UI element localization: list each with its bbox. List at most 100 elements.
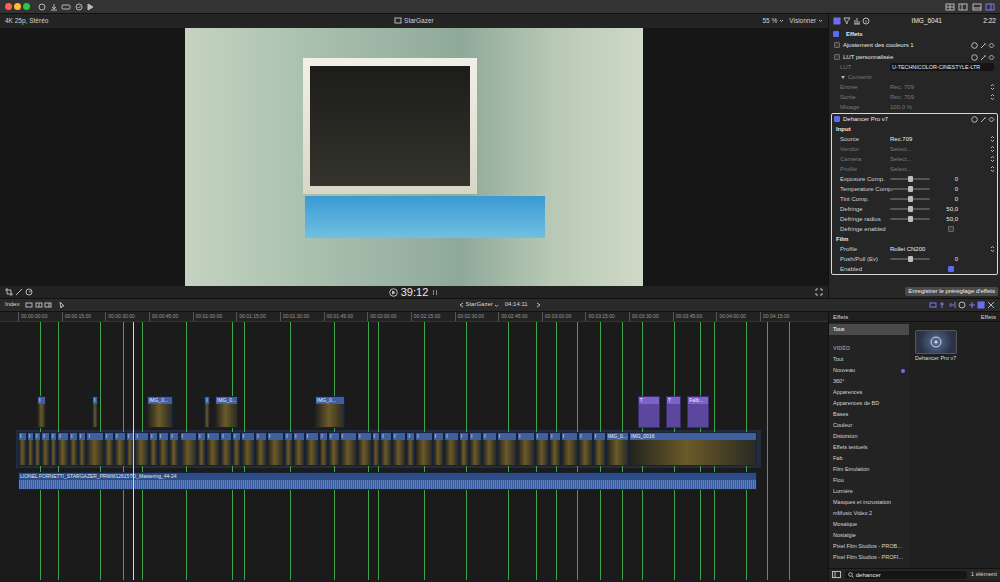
browser-layout-icon[interactable] bbox=[958, 3, 968, 11]
keyframe-icon[interactable] bbox=[988, 54, 995, 61]
slider-track[interactable] bbox=[890, 188, 930, 190]
timeline-canvas[interactable]: IIIMG_0...IIMG_0...IMG_0...TTFalb...IIII… bbox=[0, 322, 828, 580]
slider-knob[interactable] bbox=[908, 186, 913, 192]
storyline-clip[interactable]: I bbox=[27, 432, 34, 466]
category-item[interactable]: Masques et incrustation bbox=[829, 497, 909, 508]
crop-icon[interactable] bbox=[5, 288, 13, 296]
popup-value[interactable]: Select... bbox=[890, 164, 912, 174]
category-item[interactable]: Couleur bbox=[829, 420, 909, 431]
storyline-clip[interactable]: I bbox=[169, 432, 179, 466]
slider-value[interactable]: 0 bbox=[934, 174, 958, 184]
window-button[interactable] bbox=[23, 3, 30, 10]
storyline-clip[interactable]: I bbox=[319, 432, 328, 466]
transitions-icon[interactable] bbox=[987, 301, 995, 309]
category-item[interactable]: Effets textuels bbox=[829, 442, 909, 453]
mask-icon[interactable] bbox=[971, 116, 978, 123]
popup-value[interactable]: Rec. 709 bbox=[890, 92, 914, 102]
effect-panel[interactable]: LUT personnaliséeLUTU-TECHNICOLOR-CINEST… bbox=[831, 51, 998, 113]
connected-clip[interactable]: I bbox=[204, 396, 210, 428]
effect-thumbnail[interactable] bbox=[915, 330, 957, 354]
connected-clip[interactable]: I bbox=[92, 396, 98, 428]
category-item[interactable]: Pixel Film Studios - PROB... bbox=[829, 541, 909, 552]
slider-track[interactable] bbox=[890, 258, 930, 260]
grid-icon[interactable] bbox=[945, 3, 955, 11]
stepper-icon[interactable] bbox=[990, 83, 995, 91]
slider-knob[interactable] bbox=[908, 216, 913, 222]
keyframe-icon[interactable] bbox=[988, 116, 995, 123]
popup-value[interactable]: Rollei CN200 bbox=[890, 244, 925, 254]
stepper-icon[interactable] bbox=[990, 165, 995, 173]
category-item[interactable]: Pixel Film Studios - PROFI... bbox=[829, 552, 909, 563]
storyline-clip[interactable]: I bbox=[232, 432, 241, 466]
storyline-clip[interactable]: I bbox=[180, 432, 197, 466]
color-icon[interactable] bbox=[853, 17, 861, 25]
storyline-clip[interactable]: I bbox=[284, 432, 293, 466]
stepper-icon[interactable] bbox=[990, 135, 995, 143]
keyword-icon[interactable] bbox=[61, 3, 71, 11]
search-field[interactable]: dehancer bbox=[845, 571, 967, 579]
storyline-clip[interactable]: I bbox=[220, 432, 232, 466]
eyedropper-icon[interactable] bbox=[980, 116, 987, 123]
slider-track[interactable] bbox=[890, 178, 930, 180]
connected-clip[interactable]: I bbox=[37, 396, 46, 428]
category-item[interactable]: Flou bbox=[829, 475, 909, 486]
storyline-clip[interactable]: I bbox=[328, 432, 340, 466]
slider-track[interactable] bbox=[890, 208, 930, 210]
connected-clip[interactable]: IMG_0... bbox=[315, 396, 346, 428]
storyline-clip[interactable]: I bbox=[255, 432, 267, 466]
stepper-icon[interactable] bbox=[990, 155, 995, 163]
storyline-clip[interactable]: I bbox=[593, 432, 606, 466]
storyline-clip[interactable]: I bbox=[406, 432, 415, 466]
storyline-clip[interactable]: I bbox=[34, 432, 41, 466]
category-item[interactable]: Bases bbox=[829, 409, 909, 420]
timeline-layout-icon[interactable] bbox=[972, 3, 982, 11]
parameter-value[interactable]: 100,0 % bbox=[890, 102, 912, 112]
slider-knob[interactable] bbox=[908, 256, 913, 262]
select-tool-icon[interactable] bbox=[58, 301, 66, 309]
snapping-icon[interactable] bbox=[968, 301, 976, 309]
category-item[interactable]: Lumière bbox=[829, 486, 909, 497]
eyedropper-icon[interactable] bbox=[980, 54, 987, 61]
storyline-clip[interactable]: I bbox=[241, 432, 256, 466]
expanded-triangle-icon[interactable] bbox=[840, 74, 846, 80]
stepper-icon[interactable] bbox=[990, 145, 995, 153]
enhance-icon[interactable] bbox=[15, 288, 23, 296]
video-inspector-icon[interactable] bbox=[833, 17, 841, 25]
slider-knob[interactable] bbox=[908, 176, 913, 182]
effect-tile[interactable]: Dehancer Pro v7 bbox=[915, 330, 994, 362]
slider-value[interactable]: 0 bbox=[934, 184, 958, 194]
eyedropper-icon[interactable] bbox=[980, 42, 987, 49]
storyline-clip[interactable]: I bbox=[340, 432, 357, 466]
category-item[interactable]: Tout bbox=[829, 354, 909, 365]
slider-knob[interactable] bbox=[908, 206, 913, 212]
popup-value[interactable]: Select... bbox=[890, 154, 912, 164]
storyline-clip[interactable]: I bbox=[497, 432, 517, 466]
slider-value[interactable]: 0 bbox=[934, 254, 958, 264]
effects-checkbox[interactable] bbox=[833, 31, 839, 37]
storyline-clip[interactable]: IMG_0... bbox=[606, 432, 629, 466]
storyline-clip[interactable]: I bbox=[549, 432, 561, 466]
slider-value[interactable]: 50,0 bbox=[934, 204, 958, 214]
storyline-clip[interactable]: I bbox=[267, 432, 284, 466]
slider-track[interactable] bbox=[890, 198, 930, 200]
storyline-clip[interactable]: I bbox=[158, 432, 170, 466]
playhead[interactable] bbox=[133, 322, 134, 580]
skimming-icon[interactable] bbox=[938, 301, 946, 309]
forward-icon[interactable] bbox=[536, 302, 541, 308]
info-icon[interactable] bbox=[862, 17, 870, 25]
storyline-clip[interactable]: I bbox=[578, 432, 593, 466]
audio-clip[interactable]: LIONEL FORNETTI_STARGAZER_PRWM12615TO_Ma… bbox=[18, 472, 757, 490]
storyline-clip[interactable]: I bbox=[561, 432, 578, 466]
clip-appearance-icon[interactable] bbox=[929, 301, 937, 309]
filter-icon[interactable] bbox=[843, 17, 851, 25]
zoom-level[interactable]: 55 % bbox=[762, 17, 777, 25]
storyline-clip[interactable]: I bbox=[149, 432, 158, 466]
stepper-icon[interactable] bbox=[990, 93, 995, 101]
section-disclosure[interactable]: Convertir bbox=[832, 72, 890, 82]
lut-field[interactable]: U-TECHNICOLOR-CINESTYLE-LTR bbox=[890, 63, 994, 71]
effect-checkbox[interactable] bbox=[834, 54, 840, 60]
storyline-clip[interactable]: I bbox=[459, 432, 469, 466]
storyline-clip[interactable]: I bbox=[535, 432, 550, 466]
effect-panel[interactable]: Dehancer Pro v7InputSourceRec.709VendorS… bbox=[831, 113, 998, 275]
fullscreen-icon[interactable] bbox=[815, 288, 823, 296]
